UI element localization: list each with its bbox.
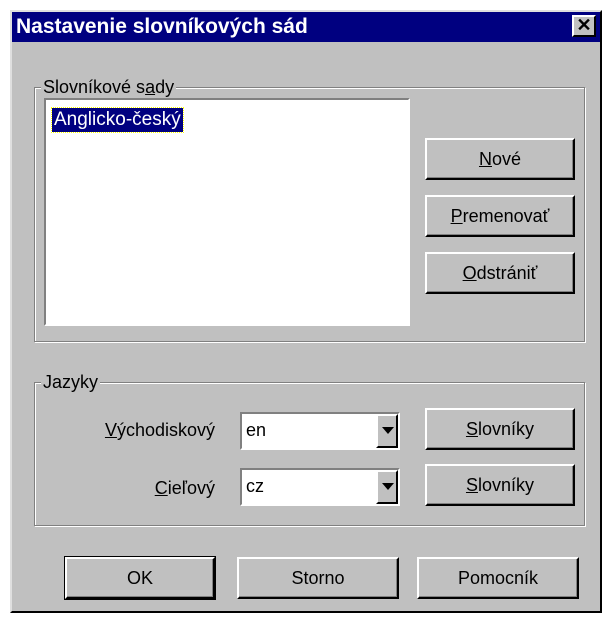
chevron-down-icon[interactable] [376, 470, 398, 504]
title-bar: Nastavenie slovníkových sád ✕ [12, 12, 600, 42]
delete-button[interactable]: Odstrániť [425, 252, 575, 294]
source-dictionaries-button[interactable]: Slovníky [425, 408, 575, 450]
dictionary-sets-legend: Slovníkové sady [41, 76, 177, 98]
languages-legend: Jazyky [41, 371, 101, 393]
new-button[interactable]: Nové [425, 138, 575, 180]
target-language-label: Cieľový [154, 478, 215, 498]
target-dictionaries-button[interactable]: Slovníky [425, 464, 575, 506]
target-language-value: cz [246, 476, 264, 496]
source-language-label: Východiskový [104, 420, 215, 440]
help-button[interactable]: Pomocník [417, 557, 579, 599]
rename-button[interactable]: Premenovať [425, 195, 575, 237]
close-icon: ✕ [576, 15, 592, 35]
chevron-down-icon[interactable] [376, 414, 398, 448]
source-language-value: en [246, 420, 267, 440]
list-item[interactable]: Anglicko-český [51, 107, 184, 133]
dictionary-sets-list[interactable]: Anglicko-český [44, 98, 410, 326]
source-language-select[interactable]: en [240, 412, 400, 450]
target-language-select[interactable]: cz [240, 468, 400, 506]
cancel-button[interactable]: Storno [237, 557, 399, 599]
close-button[interactable]: ✕ [572, 15, 596, 37]
dialog-title: Nastavenie slovníkových sád [16, 15, 308, 38]
ok-button[interactable]: OK [64, 556, 216, 600]
